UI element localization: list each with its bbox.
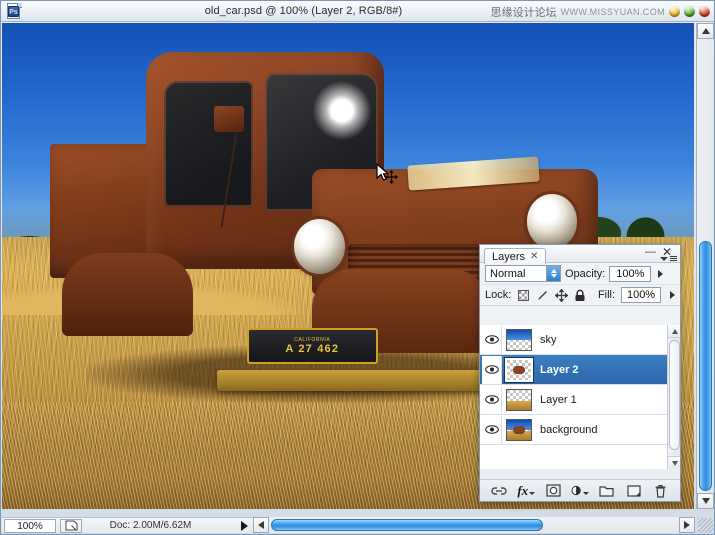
link-layers-icon[interactable]: [490, 483, 508, 499]
fill-label: Fill:: [598, 289, 615, 301]
fx-label: fx: [517, 483, 528, 499]
delete-layer-trash-icon[interactable]: [651, 483, 669, 499]
opacity-label: Opacity:: [565, 268, 605, 280]
maximize-ball-icon[interactable]: [684, 6, 695, 17]
panel-minimize-icon[interactable]: —: [645, 247, 656, 257]
status-play-icon[interactable]: [237, 519, 251, 533]
layers-scroll-thumb[interactable]: [669, 340, 680, 450]
layer-name-label: Layer 1: [540, 394, 577, 406]
panel-menu-icon[interactable]: [660, 254, 676, 263]
canvas-vertical-scrollbar[interactable]: [696, 23, 713, 509]
truck-side-window: [164, 81, 253, 206]
watermark-chinese-text: 思缘设计论坛: [491, 4, 557, 20]
layer-style-fx-icon[interactable]: fx: [517, 483, 535, 499]
vertical-scroll-thumb[interactable]: [699, 241, 712, 491]
blend-mode-row: Normal Opacity: 100%: [480, 263, 680, 285]
layer-row-sky[interactable]: sky: [480, 325, 680, 355]
fill-chevron-icon[interactable]: [670, 291, 675, 299]
lock-all-icon[interactable]: [574, 289, 586, 302]
license-plate-number: A 27 462: [285, 343, 339, 355]
watermark-url-text: WWW.MISSYUAN.COM: [561, 7, 665, 17]
layers-list-scrollbar[interactable]: [667, 325, 680, 469]
left-headlight-icon: [294, 219, 345, 273]
rear-fender: [62, 253, 193, 337]
scroll-down-arrow-icon[interactable]: [697, 493, 714, 509]
psd-document-icon: Ps: [5, 2, 23, 20]
new-layer-icon[interactable]: [625, 483, 643, 499]
scroll-left-arrow-icon[interactable]: [253, 517, 269, 533]
layer-mask-icon[interactable]: [544, 483, 562, 499]
layer-visibility-toggle[interactable]: [482, 386, 502, 414]
watermark: 思缘设计论坛 WWW.MISSYUAN.COM: [491, 2, 710, 21]
layer-row-background[interactable]: background: [480, 415, 680, 445]
layer-visibility-toggle[interactable]: [482, 416, 502, 444]
layer-thumbnail[interactable]: [506, 419, 532, 441]
right-headlight-icon: [527, 194, 578, 248]
lock-transparency-icon[interactable]: [517, 289, 529, 302]
close-ball-icon[interactable]: [699, 6, 710, 17]
layer-thumbnail[interactable]: [506, 329, 532, 351]
canvas-horizontal-scrollbar[interactable]: [253, 517, 695, 533]
layer-name-label: sky: [540, 334, 557, 346]
window-resize-grip[interactable]: [698, 518, 713, 533]
layer-visibility-toggle[interactable]: [482, 356, 502, 384]
ps-badge-label: Ps: [8, 6, 19, 17]
horizontal-scroll-thumb[interactable]: [271, 519, 543, 531]
tab-close-icon[interactable]: ✕: [530, 251, 538, 262]
blend-mode-value: Normal: [490, 268, 525, 280]
lock-position-icon[interactable]: [555, 289, 568, 302]
status-bar: 100% Doc: 2.00M/6.62M: [2, 517, 253, 533]
scroll-up-arrow-icon[interactable]: [697, 23, 714, 39]
side-mirror: [214, 106, 244, 131]
sun-flare: [312, 81, 372, 140]
document-size-icon[interactable]: [60, 519, 82, 533]
layer-visibility-toggle[interactable]: [482, 326, 502, 354]
layers-scroll-up-icon[interactable]: [668, 325, 680, 338]
layer-thumbnail[interactable]: [506, 359, 532, 381]
minimize-ball-icon[interactable]: [669, 6, 680, 17]
layers-panel[interactable]: Layers ✕ — ✕ Normal Opacity: 100% Lock:: [479, 244, 681, 502]
layer-name-label: Layer 2: [540, 364, 579, 376]
layer-name-label: background: [540, 424, 598, 436]
tab-layers[interactable]: Layers ✕: [484, 248, 546, 264]
layer-row-layer-1[interactable]: Layer 1: [480, 385, 680, 415]
lock-label: Lock:: [485, 289, 511, 301]
new-group-folder-icon[interactable]: [598, 483, 616, 499]
fill-input[interactable]: 100%: [621, 287, 661, 303]
photoshop-window: Ps old_car.psd @ 100% (Layer 2, RGB/8#) …: [0, 0, 715, 535]
license-plate: CALIFORNIA A 27 462: [247, 328, 378, 364]
layers-scroll-down-icon[interactable]: [668, 456, 680, 469]
layers-panel-toolbar: fx: [480, 479, 680, 501]
layers-list[interactable]: sky Layer 2 Layer 1: [480, 325, 680, 469]
blend-mode-chevron-icon[interactable]: [546, 266, 560, 281]
blend-mode-select[interactable]: Normal: [485, 265, 561, 282]
window-title-bar[interactable]: Ps old_car.psd @ 100% (Layer 2, RGB/8#) …: [1, 1, 714, 22]
zoom-level-input[interactable]: 100%: [4, 519, 56, 533]
front-bumper: [217, 370, 515, 391]
layer-thumbnail[interactable]: [506, 389, 532, 411]
tab-layers-label: Layers: [492, 251, 525, 263]
lock-row: Lock: Fill: 100%: [480, 285, 680, 306]
layer-row-layer-2[interactable]: Layer 2: [480, 355, 680, 385]
opacity-chevron-icon[interactable]: [658, 270, 663, 278]
layers-panel-titlebar[interactable]: Layers ✕ — ✕: [480, 245, 680, 263]
scroll-right-arrow-icon[interactable]: [679, 517, 695, 533]
lock-image-icon[interactable]: [536, 289, 549, 302]
opacity-input[interactable]: 100%: [609, 266, 651, 282]
adjustment-layer-icon[interactable]: [571, 483, 589, 499]
document-info-text: Doc: 2.00M/6.62M: [82, 520, 237, 531]
